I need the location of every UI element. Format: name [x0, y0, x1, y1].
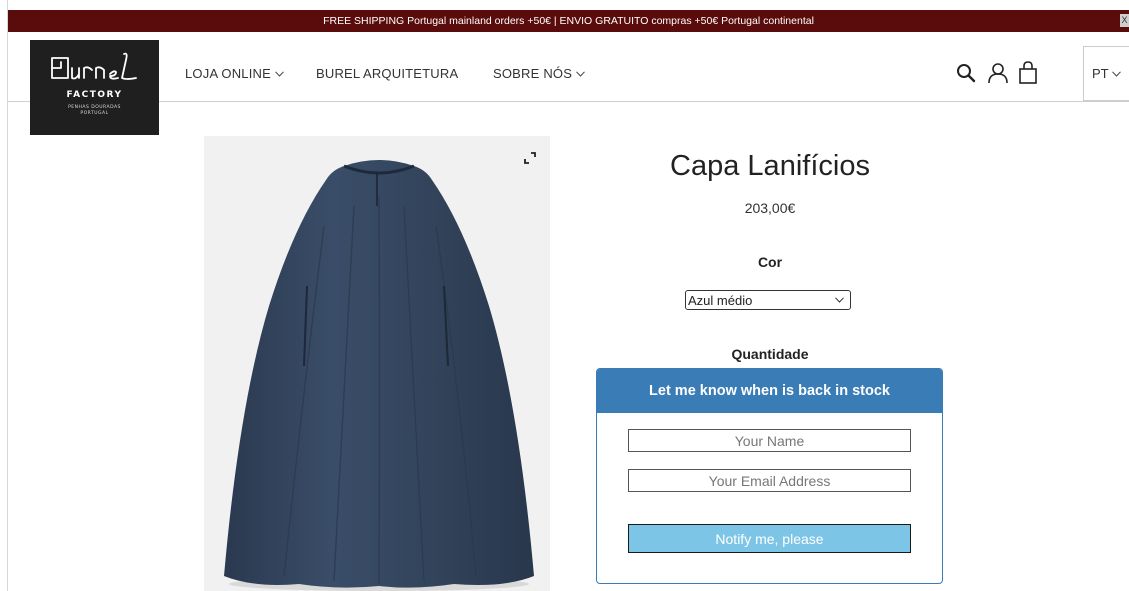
- color-select[interactable]: Azul médio: [685, 290, 851, 310]
- logo-tagline-line-2: PORTUGAL: [80, 111, 109, 116]
- quantity-label: Quantidade: [731, 346, 809, 362]
- logo-tagline: PENHAS DOURADAS PORTUGAL: [30, 105, 159, 117]
- nav-item-burel-arquitetura[interactable]: BUREL ARQUITETURA: [316, 66, 458, 81]
- chevron-down-icon: [1111, 69, 1121, 79]
- back-in-stock-heading: Let me know when is back in stock: [597, 369, 942, 413]
- close-announcement-button[interactable]: X: [1120, 14, 1129, 27]
- chevron-down-icon: [275, 69, 284, 79]
- announcement-bar: FREE SHIPPING Portugal mainland orders +…: [8, 10, 1129, 32]
- nav-item-loja-online[interactable]: LOJA ONLINE: [185, 66, 284, 81]
- expand-image-icon[interactable]: [522, 150, 538, 166]
- nav-item-label: LOJA ONLINE: [185, 66, 272, 81]
- chevron-down-icon: [576, 69, 585, 79]
- product-price: 203,00€: [744, 200, 796, 216]
- nav-item-label: SOBRE NÓS: [493, 66, 573, 81]
- language-selected: PT: [1092, 66, 1109, 81]
- search-icon[interactable]: [954, 60, 978, 86]
- language-selector[interactable]: PT: [1083, 46, 1129, 101]
- burel-factory-logo[interactable]: FACTORY PENHAS DOURADAS PORTUGAL: [30, 40, 159, 135]
- logo-subtitle: FACTORY: [66, 90, 123, 100]
- burel-wordmark-icon: [51, 52, 137, 80]
- account-icon[interactable]: [986, 60, 1010, 86]
- product-image[interactable]: [204, 136, 550, 591]
- product-title: Capa Lanifícios: [670, 150, 870, 182]
- nav-item-label: BUREL ARQUITETURA: [316, 66, 459, 81]
- back-in-stock-form: Let me know when is back in stock Your N…: [596, 368, 943, 584]
- name-field[interactable]: Your Name: [628, 429, 911, 452]
- nav-item-sobre-nos[interactable]: SOBRE NÓS: [493, 66, 585, 81]
- email-field[interactable]: Your Email Address: [628, 469, 911, 492]
- color-select-value: Azul médio: [688, 292, 753, 308]
- cart-icon[interactable]: [1016, 60, 1040, 86]
- announcement-text: FREE SHIPPING Portugal mainland orders +…: [323, 15, 814, 27]
- email-field-placeholder: Your Email Address: [708, 472, 831, 489]
- name-field-placeholder: Your Name: [734, 432, 805, 449]
- chevron-down-icon: [835, 295, 844, 305]
- color-label: Cor: [757, 254, 783, 270]
- notify-button[interactable]: Notify me, please: [628, 524, 911, 553]
- cape-illustration: [224, 160, 534, 591]
